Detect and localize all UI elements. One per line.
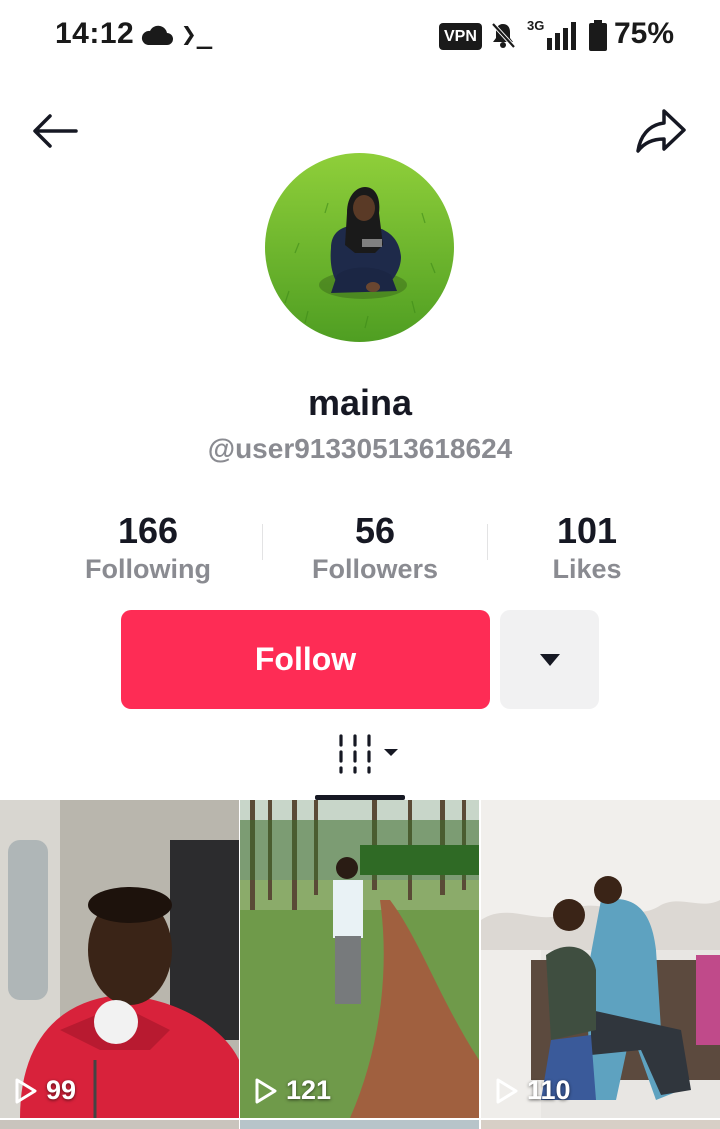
- vpn-badge: VPN: [439, 23, 482, 50]
- bell-muted-icon: [488, 20, 518, 55]
- followers-stat[interactable]: 56 Followers: [275, 510, 475, 586]
- view-count-value: 110: [527, 1075, 571, 1105]
- status-time: 14:12: [55, 17, 135, 50]
- caret-down-icon: [539, 653, 560, 666]
- view-count: 110: [495, 1075, 571, 1106]
- signal-icon: [545, 22, 581, 55]
- followers-label: Followers: [311, 554, 439, 584]
- stat-divider: [262, 524, 263, 560]
- share-button[interactable]: [632, 104, 690, 158]
- terminal-icon: ❯_: [181, 20, 213, 50]
- share-arrow-icon: [636, 109, 686, 153]
- back-button[interactable]: [28, 106, 82, 156]
- following-count: 166: [117, 510, 179, 551]
- video-grid: 99 121 110: [0, 800, 720, 1129]
- likes-label: Likes: [552, 554, 622, 584]
- network-type: 3G: [527, 18, 545, 33]
- following-stat[interactable]: 166 Following: [48, 510, 248, 586]
- view-count-value: 99: [46, 1075, 77, 1105]
- battery-percent: 75%: [614, 17, 675, 50]
- follow-button[interactable]: Follow: [121, 610, 490, 709]
- view-count: 121: [254, 1075, 331, 1106]
- status-bar: 14:12 ❯_ VPN 3G 75%: [0, 0, 720, 72]
- play-icon: [496, 1078, 518, 1103]
- video-thumbnail-partial[interactable]: [240, 1120, 479, 1129]
- arrow-left-icon: [33, 114, 78, 148]
- suggested-accounts-button[interactable]: [500, 610, 599, 709]
- followers-count: 56: [354, 510, 396, 551]
- username: @user91330513618624: [207, 433, 513, 464]
- tab-videos[interactable]: [315, 728, 405, 800]
- likes-count: 101: [556, 510, 618, 551]
- video-thumbnail-partial[interactable]: [0, 1120, 239, 1129]
- battery-icon: [588, 20, 608, 57]
- avatar[interactable]: [265, 153, 454, 342]
- display-name: maina: [307, 382, 413, 423]
- video-thumbnail[interactable]: 99: [0, 800, 239, 1118]
- play-icon: [15, 1078, 37, 1103]
- video-thumbnail[interactable]: 110: [481, 800, 720, 1118]
- video-thumbnail-partial[interactable]: [481, 1120, 720, 1129]
- play-icon: [255, 1078, 277, 1103]
- grid-columns-icon: [339, 734, 398, 774]
- view-count: 99: [14, 1075, 76, 1106]
- video-thumbnail[interactable]: 121: [240, 800, 479, 1118]
- cloud-icon: [140, 24, 174, 51]
- view-count-value: 121: [286, 1075, 332, 1105]
- likes-stat[interactable]: 101 Likes: [487, 510, 687, 586]
- following-label: Following: [85, 554, 211, 584]
